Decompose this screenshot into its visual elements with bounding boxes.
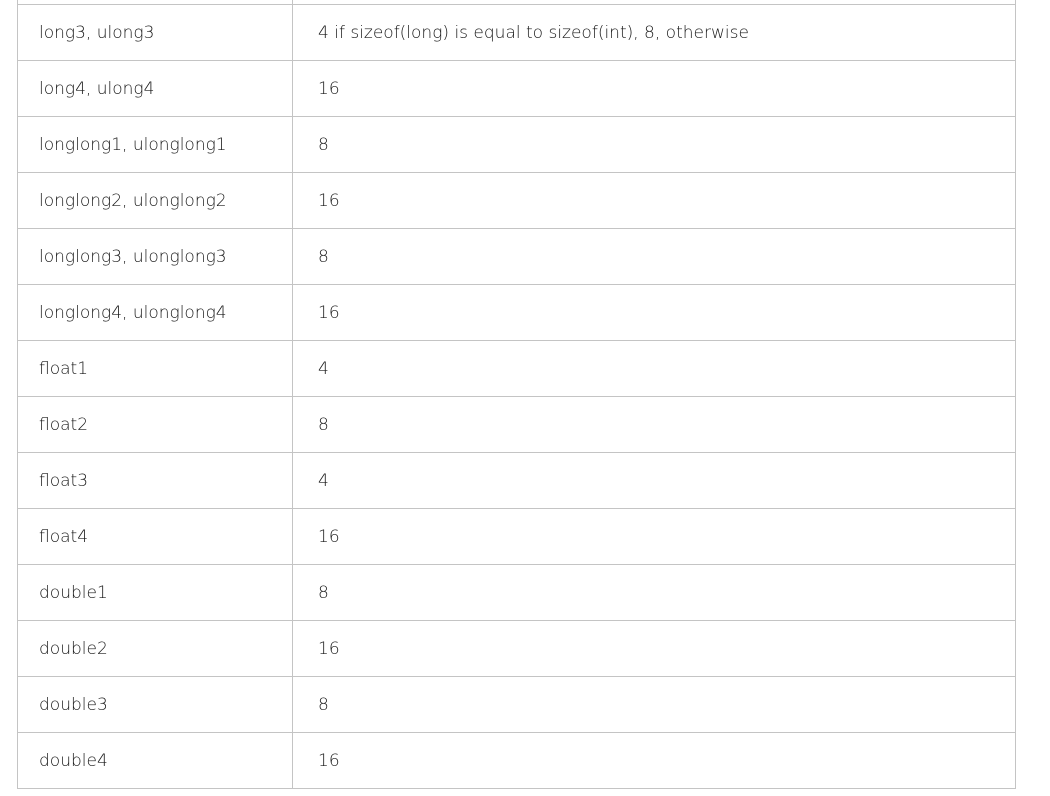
alignment-table-body: long3, ulong3 4 if sizeof(long) is equal…	[17, 0, 1016, 789]
alignment-cell: 8	[292, 116, 1016, 173]
table-row: float2 8	[17, 396, 1016, 453]
table-row: float3 4	[17, 452, 1016, 509]
alignment-cell: 16	[292, 508, 1016, 565]
type-cell: float2	[17, 396, 293, 453]
type-cell: longlong3, ulonglong3	[17, 228, 293, 285]
alignment-cell: 4	[292, 452, 1016, 509]
type-cell: float4	[17, 508, 293, 565]
table-row: longlong1, ulonglong1 8	[17, 116, 1016, 173]
type-cell: float1	[17, 340, 293, 397]
table-row: long3, ulong3 4 if sizeof(long) is equal…	[17, 4, 1016, 61]
type-cell: long4, ulong4	[17, 60, 293, 117]
alignment-cell: 8	[292, 676, 1016, 733]
type-cell: long3, ulong3	[17, 4, 293, 61]
table-row: longlong2, ulonglong2 16	[17, 172, 1016, 229]
alignment-cell: 16	[292, 60, 1016, 117]
alignment-cell: 16	[292, 732, 1016, 789]
alignment-cell: 8	[292, 564, 1016, 621]
type-cell: double1	[17, 564, 293, 621]
alignment-cell: 4 if sizeof(long) is equal to sizeof(int…	[292, 4, 1016, 61]
type-cell: double4	[17, 732, 293, 789]
table-row: float1 4	[17, 340, 1016, 397]
table-row: double1 8	[17, 564, 1016, 621]
type-cell: longlong1, ulonglong1	[17, 116, 293, 173]
table-row: double3 8	[17, 676, 1016, 733]
alignment-table: long3, ulong3 4 if sizeof(long) is equal…	[17, 0, 1016, 789]
type-cell: longlong4, ulonglong4	[17, 284, 293, 341]
alignment-cell: 16	[292, 620, 1016, 677]
alignment-cell: 8	[292, 396, 1016, 453]
alignment-table-container: long3, ulong3 4 if sizeof(long) is equal…	[17, 0, 1016, 789]
alignment-cell: 4	[292, 340, 1016, 397]
type-cell: float3	[17, 452, 293, 509]
table-row: longlong4, ulonglong4 16	[17, 284, 1016, 341]
table-row: float4 16	[17, 508, 1016, 565]
table-row: double2 16	[17, 620, 1016, 677]
alignment-cell: 16	[292, 172, 1016, 229]
table-row: longlong3, ulonglong3 8	[17, 228, 1016, 285]
type-cell: longlong2, ulonglong2	[17, 172, 293, 229]
alignment-cell: 8	[292, 228, 1016, 285]
alignment-cell: 16	[292, 284, 1016, 341]
type-cell: double3	[17, 676, 293, 733]
table-row: double4 16	[17, 732, 1016, 789]
table-row: long4, ulong4 16	[17, 60, 1016, 117]
type-cell: double2	[17, 620, 293, 677]
